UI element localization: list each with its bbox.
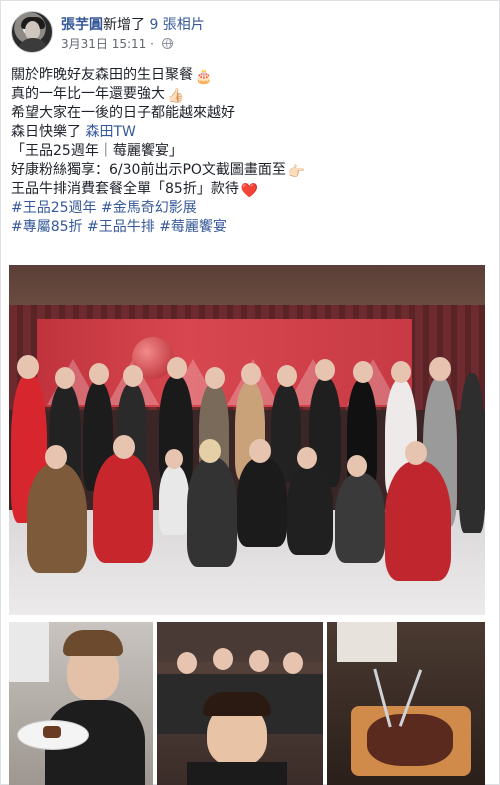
person-head xyxy=(165,449,183,469)
author-avatar[interactable] xyxy=(11,11,53,53)
author-name[interactable]: 張芋圓 xyxy=(61,17,103,33)
thumb-selfie-body xyxy=(187,762,287,785)
heart-emoji-icon: ❤️ xyxy=(240,183,259,199)
person-head xyxy=(315,359,335,381)
person-head xyxy=(283,652,303,674)
photo-thumbnail-3[interactable] xyxy=(327,622,485,785)
text-line-2-text: 真的一年比一年還要強大 xyxy=(11,86,165,102)
person-head xyxy=(45,445,67,469)
tagged-page-link[interactable]: 森田TW xyxy=(85,124,135,140)
person-figure xyxy=(459,373,485,533)
person-head xyxy=(17,355,39,379)
person-head xyxy=(347,455,367,477)
text-line-1-text: 關於昨晚好友森田的生日聚餐 xyxy=(11,67,193,83)
hashtag-link[interactable]: #王品牛排 xyxy=(87,219,155,235)
person-figure xyxy=(237,457,287,547)
person-figure xyxy=(385,461,451,581)
text-line-2: 真的一年比一年還要強大 👍🏻 xyxy=(11,85,491,104)
hashtag-link[interactable]: #王品25週年 xyxy=(11,200,97,216)
hashtag-link[interactable]: #金馬奇幻影展 xyxy=(101,200,197,216)
post-meta: 3月31日 15:11 · xyxy=(61,35,173,52)
person-head xyxy=(391,361,411,383)
thumb-dessert xyxy=(43,726,61,738)
photo-thumbnail-1[interactable] xyxy=(9,622,153,785)
text-line-6-text: 好康粉絲獨享：6/30前出示PO文截圖畫面至 xyxy=(11,162,286,178)
hashtag-row-2: #專屬85折 #王品牛排 #莓麗饗宴 xyxy=(11,218,491,237)
person-figure xyxy=(93,453,153,563)
person-head xyxy=(405,441,427,465)
person-figure xyxy=(187,457,237,567)
post-action: 新增了 xyxy=(103,17,145,33)
hashtag-row-1: #王品25週年 #金馬奇幻影展 xyxy=(11,199,491,218)
text-line-7-text: 王品牛排消費套餐全單「85折」款待 xyxy=(11,181,239,197)
person-head xyxy=(89,363,109,385)
facebook-post: 張芋圓新增了 9 張相片 3月31日 15:11 · 關於昨晚好友森田的生日聚餐… xyxy=(0,0,500,785)
person-figure xyxy=(335,473,385,563)
person-head xyxy=(353,361,373,383)
person-head xyxy=(429,357,451,381)
hashtag-link[interactable]: #莓麗饗宴 xyxy=(159,219,227,235)
person-head xyxy=(277,365,297,387)
person-figure xyxy=(27,463,87,573)
photo-crowd xyxy=(9,353,485,603)
avatar-body xyxy=(18,38,48,52)
person-head xyxy=(297,447,317,469)
person-head xyxy=(177,652,197,674)
person-head xyxy=(205,367,225,389)
photo-wall xyxy=(9,265,485,307)
text-line-5: 「王品25週年｜莓麗饗宴」 xyxy=(11,143,183,159)
cake-emoji-icon: 🎂 xyxy=(195,69,213,85)
thumb-hair xyxy=(63,630,123,656)
person-head xyxy=(249,439,271,463)
person-head xyxy=(55,367,75,389)
post-timestamp[interactable]: 3月31日 15:11 xyxy=(61,37,146,51)
photo-count-link[interactable]: 9 張相片 xyxy=(149,17,204,33)
text-line-1: 關於昨晚好友森田的生日聚餐 🎂 xyxy=(11,66,491,85)
thumb-wall-art xyxy=(9,622,49,682)
post-title: 張芋圓新增了 9 張相片 xyxy=(61,14,205,34)
person-head xyxy=(213,648,233,670)
person-figure xyxy=(287,465,333,555)
text-line-3: 希望大家在一後的日子都能越來越好 xyxy=(11,105,235,121)
text-line-4-text: 森日快樂了 xyxy=(11,124,81,140)
pointing-right-emoji-icon: 👉🏻 xyxy=(287,164,306,180)
thumb-selfie-hair xyxy=(203,692,271,716)
meta-separator: · xyxy=(150,37,154,51)
person-head xyxy=(167,357,187,379)
person-figure xyxy=(159,465,189,535)
hashtag-link[interactable]: #專屬85折 xyxy=(11,219,83,235)
thumb-steak xyxy=(367,714,453,766)
person-head xyxy=(199,439,221,463)
post-text: 關於昨晚好友森田的生日聚餐 🎂 真的一年比一年還要強大 👍🏻 希望大家在一後的日子都… xyxy=(11,66,491,237)
text-line-4: 森日快樂了 森田TW xyxy=(11,123,491,142)
post-header: 張芋圓新增了 9 張相片 3月31日 15:11 · xyxy=(11,11,491,57)
text-line-7: 王品牛排消費套餐全單「85折」款待 ❤️ xyxy=(11,180,491,199)
text-line-6: 好康粉絲獨享：6/30前出示PO文截圖畫面至 👉🏻 xyxy=(11,161,491,180)
person-head xyxy=(123,365,143,387)
thumb-chef-sleeve xyxy=(337,622,397,662)
photo-thumbnail-2[interactable] xyxy=(157,622,323,785)
person-head xyxy=(241,363,261,385)
person-head xyxy=(113,435,135,459)
person-head xyxy=(249,650,269,672)
globe-icon[interactable] xyxy=(161,38,173,49)
group-photo[interactable] xyxy=(9,265,485,615)
